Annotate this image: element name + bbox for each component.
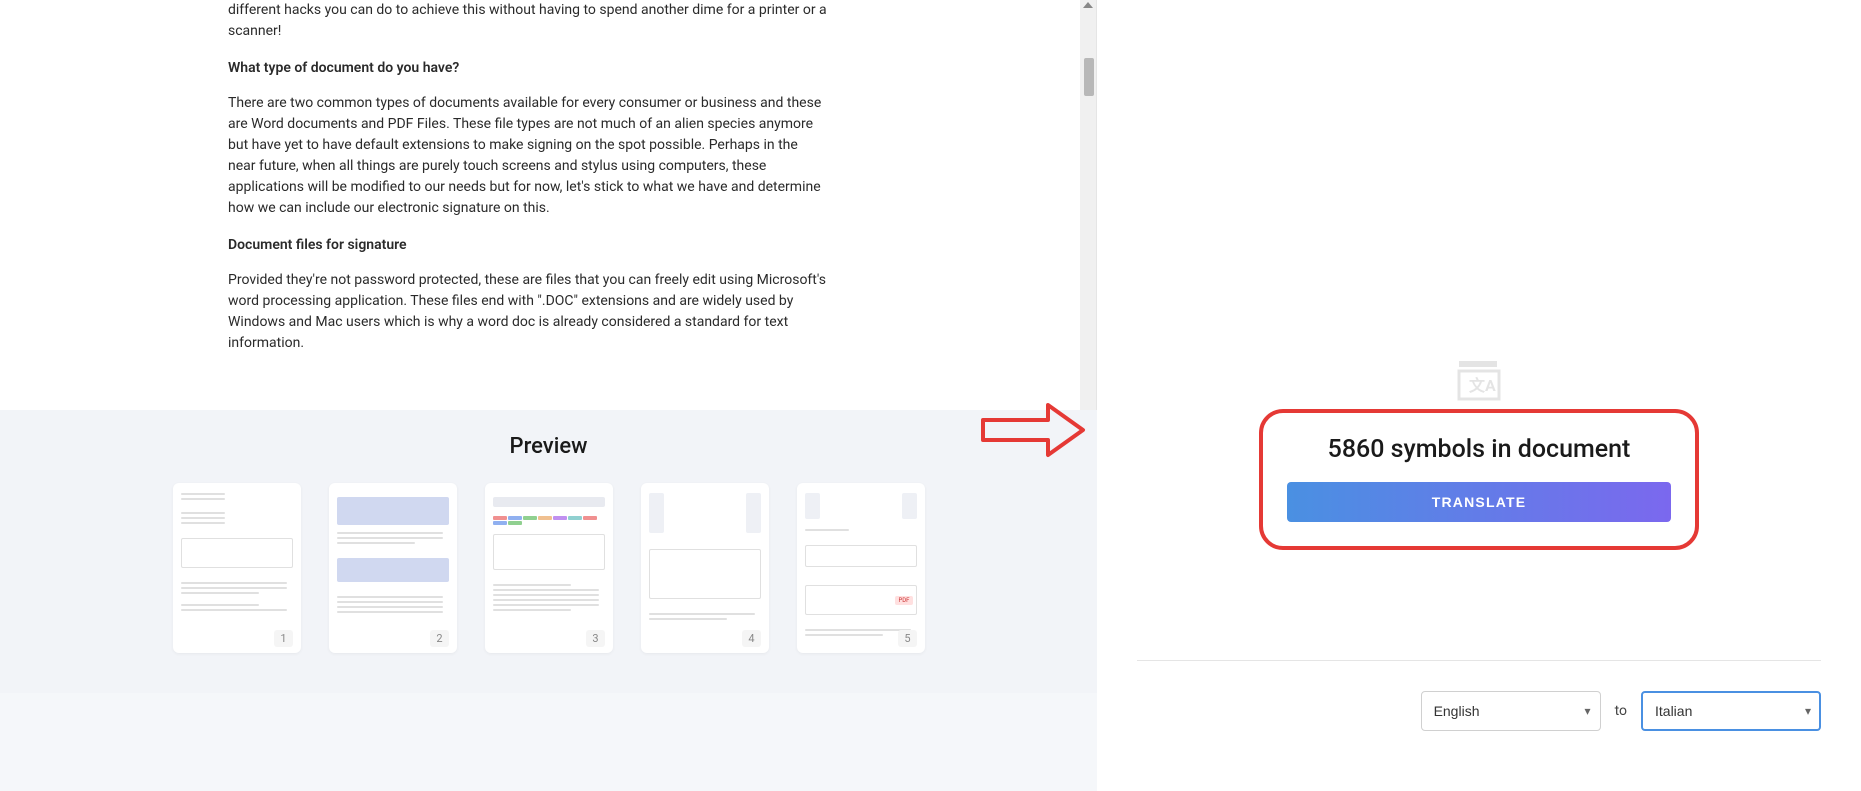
- target-language-select[interactable]: Italian: [1641, 691, 1821, 731]
- symbols-count-text: 5860 symbols in document: [1287, 435, 1671, 464]
- svg-text:文A: 文A: [1469, 376, 1496, 395]
- preview-title: Preview: [0, 434, 1097, 459]
- translate-icon: 文A: [1455, 359, 1503, 401]
- document-viewer: different hacks you can do to achieve th…: [0, 0, 1097, 410]
- divider: [1137, 660, 1821, 661]
- paragraph-signature: Provided they're not password protected,…: [228, 270, 828, 354]
- document-content: different hacks you can do to achieve th…: [228, 0, 828, 354]
- thumbnails-row: 1 2: [0, 483, 1097, 653]
- thumb-number: 2: [430, 630, 448, 647]
- scrollbar-thumb[interactable]: [1084, 58, 1094, 96]
- symbols-label: symbols in document: [1391, 435, 1631, 464]
- heading-doc-type: What type of document do you have?: [228, 58, 828, 79]
- thumbnail-page-5[interactable]: PDF 5: [797, 483, 925, 653]
- symbols-count: 5860: [1328, 435, 1385, 464]
- thumb-number: 3: [586, 630, 604, 647]
- translate-icon-wrap: 文A: [1097, 359, 1861, 401]
- thumb-number: 4: [742, 630, 760, 647]
- heading-signature: Document files for signature: [228, 235, 828, 256]
- paragraph-doc-type: There are two common types of documents …: [228, 93, 828, 219]
- thumb-number: 5: [898, 630, 916, 647]
- preview-section: Preview: [0, 410, 1097, 693]
- left-section: different hacks you can do to achieve th…: [0, 0, 1097, 791]
- thumb-number: 1: [274, 630, 292, 647]
- source-language-select[interactable]: English: [1421, 691, 1601, 731]
- arrow-annotation-icon: [978, 400, 1088, 460]
- translate-button[interactable]: TRANSLATE: [1287, 482, 1671, 522]
- thumbnail-page-3[interactable]: 3: [485, 483, 613, 653]
- thumbnail-page-2[interactable]: 2: [329, 483, 457, 653]
- translate-panel: 5860 symbols in document TRANSLATE: [1259, 409, 1699, 550]
- thumbnail-page-4[interactable]: 4: [641, 483, 769, 653]
- scrollbar-track[interactable]: [1080, 0, 1096, 410]
- to-label: to: [1615, 703, 1627, 719]
- intro-paragraph-tail: different hacks you can do to achieve th…: [228, 0, 828, 42]
- scrollbar-arrow-up-icon[interactable]: [1083, 2, 1093, 12]
- right-section: 文A 5860 symbols in document TRANSLATE En…: [1097, 0, 1861, 791]
- thumbnail-page-1[interactable]: 1: [173, 483, 301, 653]
- language-selectors: English to Italian: [1097, 691, 1861, 791]
